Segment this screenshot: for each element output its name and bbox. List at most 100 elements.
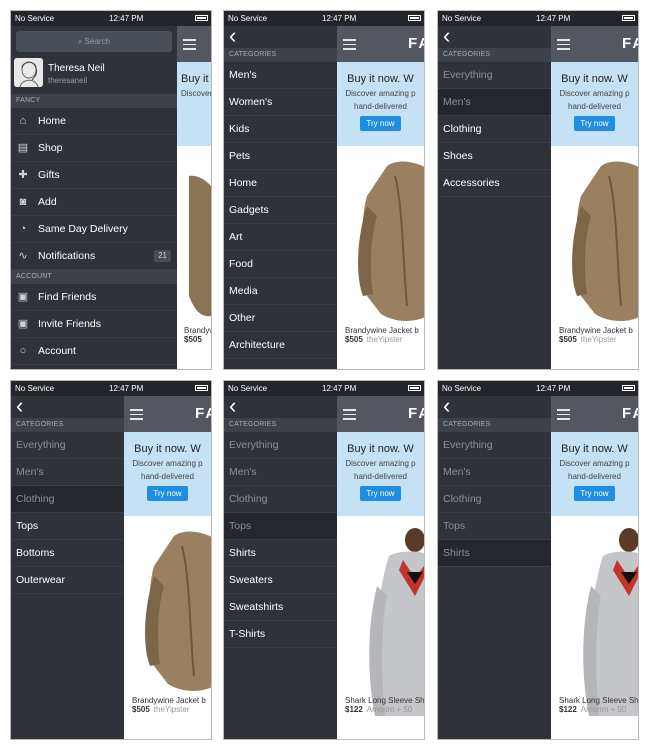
back-button[interactable]: ‹ xyxy=(224,395,337,418)
product-price: $505 xyxy=(184,335,202,344)
menu-item-notifications[interactable]: ∿ Notifications 21 xyxy=(11,243,177,270)
category-item-sweaters[interactable]: Sweaters xyxy=(224,567,337,594)
menu-item-label: Home xyxy=(38,115,67,127)
promo-banner: Buy it now. W Discover amazing p hand-deli… xyxy=(337,62,424,146)
back-button[interactable]: ‹ xyxy=(224,25,337,48)
invite-friends-icon: ▣ xyxy=(17,318,29,330)
category-item-food[interactable]: Food xyxy=(224,251,337,278)
screen-categories-2: No Service 12:47 PM ‹ CATEGORIES Everything M… xyxy=(437,10,639,370)
category-item-pets[interactable]: Pets xyxy=(224,143,337,170)
promo-banner: Buy it now. W Discover amazing p hand-deli… xyxy=(337,432,424,516)
section-header-categories: CATEGORIES xyxy=(224,418,337,432)
menu-item-gifts[interactable]: ✚ Gifts xyxy=(11,162,177,189)
hamburger-icon[interactable] xyxy=(557,409,570,423)
category-item-men-s[interactable]: Men's xyxy=(11,459,124,486)
category-item-gadgets[interactable]: Gadgets xyxy=(224,197,337,224)
category-item-home[interactable]: Home xyxy=(224,170,337,197)
category-item-outerwear[interactable]: Outerwear xyxy=(11,567,124,594)
status-bar: No Service 12:47 PM xyxy=(11,11,211,26)
clock-label: 12:47 PM xyxy=(536,14,571,23)
category-item-everything[interactable]: Everything xyxy=(438,432,551,459)
category-item-everything[interactable]: Everything xyxy=(11,432,124,459)
screen-categories-4: No Service 12:47 PM ‹ CATEGORIES Everything M… xyxy=(223,380,425,740)
category-item-clothing[interactable]: Clothing xyxy=(438,116,551,143)
category-drawer: ‹ CATEGORIES Men's Women's Kids Pets Home Gadge… xyxy=(224,25,337,369)
category-item-everything[interactable]: Everything xyxy=(224,432,337,459)
product-info: Brandywine Jacket b $505 theYipster xyxy=(559,326,633,344)
profile-name: Theresa Neil xyxy=(48,63,105,74)
product-price: $122 xyxy=(559,705,577,714)
product-image xyxy=(572,161,638,321)
status-icons xyxy=(195,385,208,391)
category-item-other[interactable]: Other xyxy=(224,305,337,332)
menu-item-label: Find Friends xyxy=(38,291,97,303)
menu-item-account[interactable]: ○ Account xyxy=(11,338,177,365)
category-item-clothing[interactable]: Clothing xyxy=(438,486,551,513)
category-item-women-s[interactable]: Women's xyxy=(224,89,337,116)
product-info: Brandywine Jacket b $505 theYipster xyxy=(345,326,419,344)
menu-item-add[interactable]: ◙ Add xyxy=(11,189,177,216)
category-item-men-s[interactable]: Men's xyxy=(438,459,551,486)
try-now-button[interactable]: Try now xyxy=(360,486,401,501)
category-item-tops[interactable]: Tops xyxy=(224,513,337,540)
menu-item-find-friends[interactable]: ▣ Find Friends xyxy=(11,284,177,311)
category-item-everything[interactable]: Everything xyxy=(438,62,551,89)
hamburger-icon[interactable] xyxy=(343,39,356,53)
search-input[interactable]: ⌕ Search xyxy=(16,31,172,52)
search-placeholder: Search xyxy=(84,37,111,46)
back-button[interactable]: ‹ xyxy=(438,395,551,418)
product-price: $505 xyxy=(132,705,150,714)
hamburger-icon[interactable] xyxy=(130,409,143,423)
product-card[interactable]: Brandywine Jacket b $505 theYipster xyxy=(337,146,424,346)
screen-categories-5: No Service 12:47 PM ‹ CATEGORIES Everything M… xyxy=(437,380,639,740)
product-card[interactable]: Brandywine Jacket b $505 theYipster xyxy=(124,516,211,716)
try-now-button[interactable]: Try now xyxy=(147,486,188,501)
menu-item-same-day-delivery[interactable]: ◔ Same Day Delivery xyxy=(11,216,177,243)
product-card[interactable]: Shark Long Sleeve Sh $122 Amorim + 50 xyxy=(337,516,424,716)
status-bar: No Service 12:47 PM xyxy=(438,11,638,26)
category-item-clothing[interactable]: Clothing xyxy=(11,486,124,513)
category-item-kids[interactable]: Kids xyxy=(224,116,337,143)
category-item-shirts[interactable]: Shirts xyxy=(224,540,337,567)
category-item-clothing[interactable]: Clothing xyxy=(224,486,337,513)
battery-icon xyxy=(622,15,635,21)
notifications-badge: 21 xyxy=(154,250,171,262)
try-now-button[interactable]: Try now xyxy=(360,116,401,131)
hamburger-icon[interactable] xyxy=(343,409,356,423)
menu-item-home[interactable]: ⌂ Home xyxy=(11,108,177,135)
try-now-button[interactable]: Try now xyxy=(574,116,615,131)
category-item-art[interactable]: Art xyxy=(224,224,337,251)
category-item-men-s[interactable]: Men's xyxy=(224,62,337,89)
category-item-men-s[interactable]: Men's xyxy=(438,89,551,116)
promo-line-1: Discover amazing p xyxy=(559,459,630,468)
category-item-shirts[interactable]: Shirts xyxy=(438,540,551,567)
promo-banner: Buy it now. W Discover amazing p hand-deli… xyxy=(124,432,211,516)
category-item-accessories[interactable]: Accessories xyxy=(438,170,551,197)
menu-item-label: Account xyxy=(38,345,76,357)
menu-item-shop[interactable]: ▤ Shop xyxy=(11,135,177,162)
menu-item-label: Add xyxy=(38,196,57,208)
try-now-button[interactable]: Try now xyxy=(574,486,615,501)
category-item-architecture[interactable]: Architecture xyxy=(224,332,337,359)
category-item-shoes[interactable]: Shoes xyxy=(438,143,551,170)
menu-item-invite-friends[interactable]: ▣ Invite Friends xyxy=(11,311,177,338)
category-item-tops[interactable]: Tops xyxy=(438,513,551,540)
back-button[interactable]: ‹ xyxy=(11,395,124,418)
product-card[interactable]: Shark Long Sleeve Sh $122 Amorim + 50 xyxy=(551,516,638,716)
promo-title: Buy it now. W xyxy=(561,73,628,85)
category-item-t-shirts[interactable]: T-Shirts xyxy=(224,621,337,648)
category-item-men-s[interactable]: Men's xyxy=(224,459,337,486)
hamburger-icon[interactable] xyxy=(557,39,570,53)
product-card[interactable]: Brandywine Jacket b $505 theYipster xyxy=(551,146,638,346)
promo-line-2: hand-delivered xyxy=(568,472,621,481)
hamburger-icon[interactable] xyxy=(183,39,196,53)
category-item-tops[interactable]: Tops xyxy=(11,513,124,540)
product-info: Shark Long Sleeve Sh $122 Amorim + 50 xyxy=(345,696,424,714)
profile-row[interactable]: Theresa Neil theresaneil xyxy=(11,54,177,94)
category-item-media[interactable]: Media xyxy=(224,278,337,305)
category-item-sweatshirts[interactable]: Sweatshirts xyxy=(224,594,337,621)
category-item-bottoms[interactable]: Bottoms xyxy=(11,540,124,567)
product-card[interactable]: Brandywine Jacket b$505 xyxy=(177,146,211,346)
back-button[interactable]: ‹ xyxy=(438,25,551,48)
section-header-account: ACCOUNT xyxy=(11,270,177,284)
